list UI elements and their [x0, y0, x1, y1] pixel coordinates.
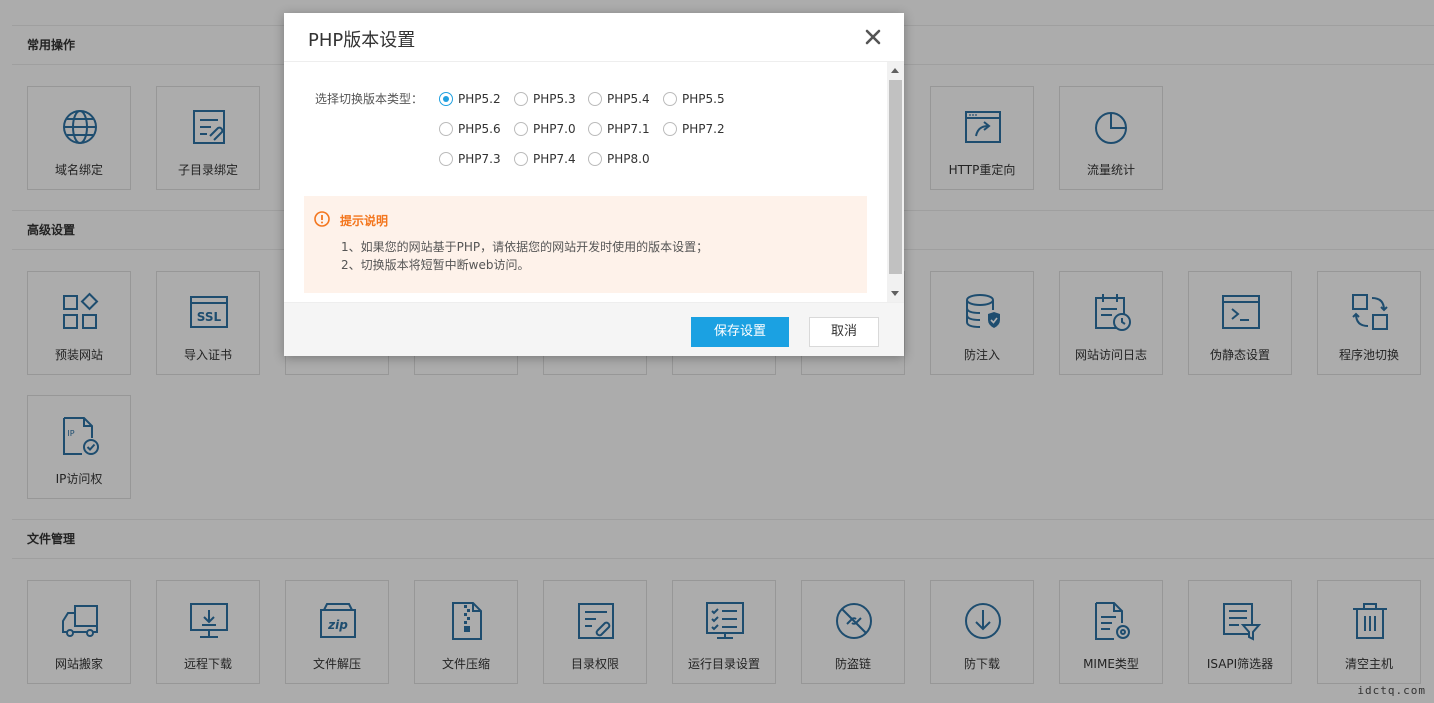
- radio-php72[interactable]: PHP7.2: [663, 120, 725, 138]
- watermark: idctq.com: [1357, 684, 1426, 697]
- scroll-up-arrow-icon[interactable]: [891, 68, 899, 73]
- close-icon[interactable]: [864, 28, 882, 46]
- radio-php70[interactable]: PHP7.0: [514, 120, 576, 138]
- radio-indicator[interactable]: [663, 122, 677, 136]
- radio-indicator[interactable]: [514, 122, 528, 136]
- radio-php71[interactable]: PHP7.1: [588, 120, 650, 138]
- radio-indicator[interactable]: [439, 152, 453, 166]
- radio-label: PHP5.3: [533, 92, 576, 106]
- dialog-footer: 保存设置 取消: [284, 302, 904, 356]
- radio-indicator[interactable]: [514, 92, 528, 106]
- radio-indicator[interactable]: [439, 92, 453, 106]
- dialog-scrollbar[interactable]: [887, 62, 904, 302]
- version-type-label: 选择切换版本类型：: [315, 92, 424, 106]
- radio-indicator[interactable]: [588, 122, 602, 136]
- radio-label: PHP7.0: [533, 122, 576, 136]
- radio-php74[interactable]: PHP7.4: [514, 150, 576, 168]
- tip-title: 提示说明: [340, 214, 389, 228]
- radio-indicator[interactable]: [588, 92, 602, 106]
- scroll-thumb[interactable]: [889, 80, 902, 274]
- radio-label: PHP5.5: [682, 92, 725, 106]
- radio-indicator[interactable]: [588, 152, 602, 166]
- save-settings-button[interactable]: 保存设置: [691, 317, 789, 347]
- radio-php55[interactable]: PHP5.5: [663, 90, 725, 108]
- radio-label: PHP7.4: [533, 152, 576, 166]
- radio-php73[interactable]: PHP7.3: [439, 150, 501, 168]
- tip-line-2: 2、切换版本将短暂中断web访问。: [341, 258, 530, 272]
- radio-indicator[interactable]: [663, 92, 677, 106]
- radio-php53[interactable]: PHP5.3: [514, 90, 576, 108]
- radio-label: PHP7.2: [682, 122, 725, 136]
- radio-indicator[interactable]: [439, 122, 453, 136]
- scroll-down-arrow-icon[interactable]: [891, 291, 899, 296]
- php-version-dialog: PHP版本设置 选择切换版本类型： PHP5.2 PHP5.3 PHP5.4 P…: [284, 13, 904, 356]
- tip-line-1: 1、如果您的网站基于PHP，请依据您的网站开发时使用的版本设置；: [341, 240, 709, 254]
- radio-label: PHP5.2: [458, 92, 501, 106]
- radio-label: PHP8.0: [607, 152, 650, 166]
- dialog-body: 选择切换版本类型： PHP5.2 PHP5.3 PHP5.4 PHP5.5 PH…: [284, 62, 904, 302]
- radio-label: PHP5.6: [458, 122, 501, 136]
- dialog-title: PHP版本设置: [308, 30, 416, 51]
- radio-label: PHP5.4: [607, 92, 650, 106]
- radio-php52[interactable]: PHP5.2: [439, 90, 501, 108]
- dialog-header: PHP版本设置: [284, 13, 904, 62]
- radio-label: PHP7.1: [607, 122, 650, 136]
- radio-php54[interactable]: PHP5.4: [588, 90, 650, 108]
- cancel-button[interactable]: 取消: [809, 317, 879, 347]
- radio-php80[interactable]: PHP8.0: [588, 150, 650, 168]
- radio-php56[interactable]: PHP5.6: [439, 120, 501, 138]
- warning-circle-icon: [314, 211, 330, 227]
- radio-indicator[interactable]: [514, 152, 528, 166]
- radio-label: PHP7.3: [458, 152, 501, 166]
- tip-box: 提示说明 1、如果您的网站基于PHP，请依据您的网站开发时使用的版本设置； 2、…: [304, 196, 867, 293]
